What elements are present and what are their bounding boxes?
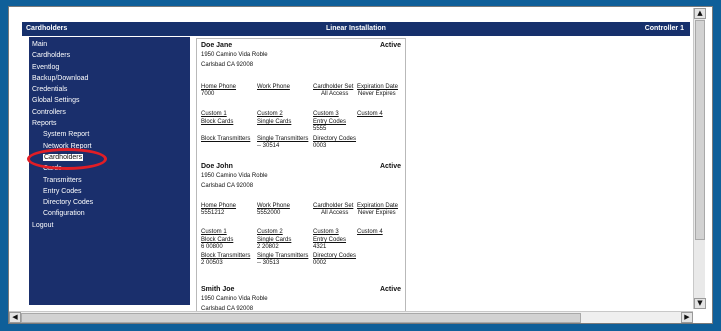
status-badge: Active <box>379 42 401 49</box>
sidebar-item-eventlog[interactable]: Eventlog <box>32 62 93 73</box>
expiration-date-value: Never Expires <box>358 210 396 216</box>
cardholder-name: Doe Jane <box>201 42 233 49</box>
block-cards-label: Block Cards <box>201 119 234 125</box>
block-transmitters-label: Block Transmitters <box>201 253 251 259</box>
expiration-date-value: Never Expires <box>358 91 396 97</box>
header-controller-title: Controller 1 <box>644 25 684 32</box>
single-cards-label: Single Cards <box>257 119 292 125</box>
entry-codes-label: Entry Codes <box>313 237 347 243</box>
work-phone-label: Work Phone <box>257 84 290 90</box>
address-line: 1950 Camino Vida Roble <box>201 173 268 179</box>
home-phone-label: Home Phone <box>201 203 237 209</box>
horizontal-scroll-thumb[interactable] <box>21 313 581 323</box>
address-line: Carlsbad CA 92008 <box>201 62 254 68</box>
entry-codes-label: Entry Codes <box>313 119 347 125</box>
custom2-label: Custom 2 <box>257 111 283 117</box>
custom4-label: Custom 4 <box>357 111 383 117</box>
sidebar-item-reports[interactable]: Reports <box>32 118 93 129</box>
horizontal-scrollbar[interactable]: ◀ ▶ <box>9 311 693 323</box>
directory-codes-label: Directory Codes <box>313 136 357 142</box>
scroll-left-icon[interactable]: ◀ <box>9 312 21 323</box>
address-line: Carlsbad CA 92008 <box>201 183 254 189</box>
address-line: 1950 Camino Vida Roble <box>201 296 268 302</box>
sidebar-item-directory-codes[interactable]: Directory Codes <box>32 197 93 208</box>
cardholder-name: Smith Joe <box>201 286 235 293</box>
address-line: 1950 Camino Vida Roble <box>201 52 268 58</box>
sidebar-item-configuration[interactable]: Configuration <box>32 208 93 219</box>
vertical-scrollbar[interactable]: ▲ ▼ <box>693 8 706 309</box>
home-phone-value: 7000 <box>201 91 215 97</box>
cardholder-report: Doe Jane Active 1950 Camino Vida Roble C… <box>196 38 406 316</box>
entry-codes-value: 4321 <box>313 244 327 250</box>
custom3-label: Custom 3 <box>313 111 339 117</box>
sidebar-item-main[interactable]: Main <box>32 39 93 50</box>
vertical-scroll-thumb[interactable] <box>695 20 705 240</box>
header-section-title: Cardholders <box>26 25 68 32</box>
single-cards-value: 2 20802 <box>257 244 279 250</box>
custom3-label: Custom 3 <box>313 229 339 235</box>
directory-codes-value: 0002 <box>313 260 327 266</box>
sidebar-item-global-settings[interactable]: Global Settings <box>32 95 93 106</box>
expiration-date-label: Expiration Date <box>357 203 399 209</box>
cardholder-record: Doe Jane Active 1950 Camino Vida Roble C… <box>201 42 401 154</box>
scroll-up-icon[interactable]: ▲ <box>694 8 706 19</box>
sidebar-item-cardholders[interactable]: Cardholders <box>32 50 93 61</box>
block-cards-label: Block Cards <box>201 237 234 243</box>
cardholder-set-label: Cardholder Set <box>313 203 354 209</box>
work-phone-label: Work Phone <box>257 203 290 209</box>
single-transmitters-value: -- 30513 <box>257 260 280 266</box>
sidebar-item-credentials[interactable]: Credentials <box>32 84 93 95</box>
status-badge: Active <box>379 286 401 293</box>
single-transmitters-label: Single Transmitters <box>257 253 309 259</box>
status-badge: Active <box>379 163 401 170</box>
sidebar: Main Cardholders Eventlog Backup/Downloa… <box>29 37 190 305</box>
sidebar-menu: Main Cardholders Eventlog Backup/Downloa… <box>32 39 93 231</box>
custom2-label: Custom 2 <box>257 229 283 235</box>
block-transmitters-value: 2 00503 <box>201 260 223 266</box>
single-transmitters-label: Single Transmitters <box>257 136 309 142</box>
cardholder-set-value: All Access <box>321 91 349 97</box>
header-installation-title: Linear Installation <box>326 25 386 32</box>
single-transmitters-value: -- 30514 <box>257 143 280 149</box>
cardholder-set-value: All Access <box>321 210 349 216</box>
sidebar-item-system-report[interactable]: System Report <box>32 129 93 140</box>
sidebar-item-transmitters[interactable]: Transmitters <box>32 175 93 186</box>
expiration-date-label: Expiration Date <box>357 84 399 90</box>
custom1-label: Custom 1 <box>201 229 227 235</box>
cardholder-set-label: Cardholder Set <box>313 84 354 90</box>
sidebar-item-logout[interactable]: Logout <box>32 220 93 231</box>
block-transmitters-label: Block Transmitters <box>201 136 251 142</box>
directory-codes-value: 0003 <box>313 143 327 149</box>
work-phone-value: 5552000 <box>257 210 281 216</box>
sidebar-item-entry-codes[interactable]: Entry Codes <box>32 186 93 197</box>
home-phone-label: Home Phone <box>201 84 237 90</box>
block-cards-value: 6 00800 <box>201 244 223 250</box>
entry-codes-value: 5555 <box>313 126 327 132</box>
custom4-label: Custom 4 <box>357 229 383 235</box>
sidebar-item-backup-download[interactable]: Backup/Download <box>32 73 93 84</box>
home-phone-value: 5551212 <box>201 210 225 216</box>
sidebar-item-controllers[interactable]: Controllers <box>32 107 93 118</box>
single-cards-label: Single Cards <box>257 237 292 243</box>
cardholder-record: Doe John Active 1950 Camino Vida Roble C… <box>201 163 401 283</box>
cardholder-name: Doe John <box>201 163 233 170</box>
annotation-circle <box>27 148 107 170</box>
scroll-right-icon[interactable]: ▶ <box>681 312 693 323</box>
directory-codes-label: Directory Codes <box>313 253 357 259</box>
header-bar: Cardholders Linear Installation Controll… <box>22 22 690 36</box>
custom1-label: Custom 1 <box>201 111 227 117</box>
scroll-down-icon[interactable]: ▼ <box>694 298 706 309</box>
